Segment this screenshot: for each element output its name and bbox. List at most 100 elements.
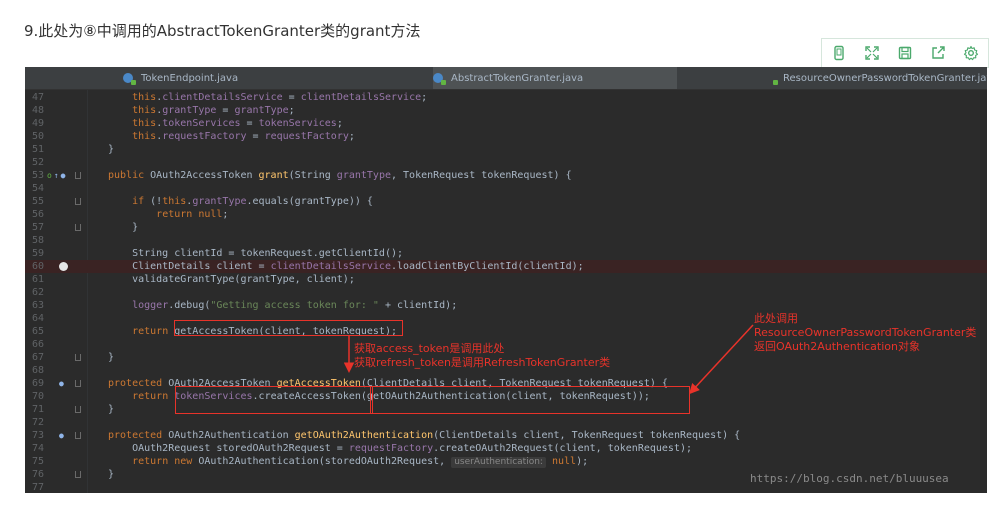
fold-marker-icon[interactable] [75, 172, 81, 179]
line-number: 68 [32, 365, 45, 376]
code-line[interactable]: 73 ● protected OAuth2Authentication getOAu… [25, 429, 987, 442]
annotation-right: 此处调用 ResourceOwnerPasswordTokenGranter类 … [754, 312, 976, 354]
inlay-parameter-hint: userAuthentication: [451, 457, 546, 468]
java-class-icon [433, 73, 446, 85]
code-line[interactable]: 61 validateGrantType(grantType, client); [25, 273, 987, 286]
line-number: 54 [32, 183, 45, 194]
line-number: 50 [32, 131, 45, 142]
code-text: this.grantType = grantType; [132, 105, 295, 116]
annotation-right-line-1: 此处调用 [754, 312, 798, 325]
fold-marker-icon[interactable] [75, 380, 81, 387]
fold-marker-icon[interactable] [75, 471, 81, 478]
line-number: 51 [32, 144, 45, 155]
fold-marker-icon[interactable] [75, 432, 81, 439]
code-line[interactable]: 57 } [25, 221, 987, 234]
code-line[interactable]: 58 [25, 234, 987, 247]
line-number: 67 [32, 352, 45, 363]
tab-token-endpoint[interactable]: TokenEndpoint.java [123, 67, 293, 89]
fold-marker-icon[interactable] [75, 354, 81, 361]
settings-icon [963, 45, 978, 61]
code-line[interactable]: 54 [25, 182, 987, 195]
code-line[interactable]: 55 if (!this.grantType.equals(grantType)… [25, 195, 987, 208]
watermark: https://blog.csdn.net/bluuusea [750, 472, 949, 485]
line-number: 49 [32, 118, 45, 129]
code-line[interactable]: 53 o ↑ ● public OAuth2AccessToken grant(Stri… [25, 169, 987, 182]
code-line[interactable]: 56 return null; [25, 208, 987, 221]
breakpoint-icon[interactable] [59, 262, 68, 271]
code-text: protected OAuth2Authentication getOAuth2… [108, 430, 741, 441]
code-text: return null; [156, 209, 229, 220]
line-number: 56 [32, 209, 45, 220]
code-line[interactable]: 48 this.grantType = grantType; [25, 104, 987, 117]
annotation-right-line-2: ResourceOwnerPasswordTokenGranter类 [754, 326, 977, 339]
code-text: } [108, 352, 115, 363]
implemented-gutter-icon[interactable]: ● [47, 377, 71, 390]
code-text: public OAuth2AccessToken grant(String gr… [108, 170, 572, 181]
line-number: 66 [32, 339, 45, 350]
code-line[interactable]: 74 OAuth2Request storedOAuth2Request = r… [25, 442, 987, 455]
override-gutter-icon[interactable]: o ↑ ● [47, 169, 71, 182]
line-number: 70 [32, 391, 45, 402]
annotation-left-line-1: 获取access_token是调用此处 [354, 342, 505, 355]
code-text: this.clientDetailsService = clientDetail… [132, 92, 428, 103]
fullscreen-button[interactable] [855, 39, 888, 67]
tab-abstract-token-granter[interactable]: AbstractTokenGranter.java [433, 67, 677, 89]
code-line[interactable]: 72 [25, 416, 987, 429]
code-line[interactable]: 52 [25, 156, 987, 169]
line-number: 76 [32, 469, 45, 480]
fold-marker-icon[interactable] [75, 198, 81, 205]
code-line[interactable]: 62 [25, 286, 987, 299]
code-text: if (!this.grantType.equals(grantType)) { [132, 196, 373, 207]
code-editor[interactable]: 47 this.clientDetailsService = clientDet… [25, 90, 987, 493]
code-text: String clientId = tokenRequest.getClient… [108, 248, 404, 259]
line-number: 62 [32, 287, 45, 298]
code-line[interactable]: 49 this.tokenServices = tokenServices; [25, 117, 987, 130]
code-line[interactable]: 50 this.requestFactory = requestFactory; [25, 130, 987, 143]
settings-button[interactable] [954, 39, 987, 67]
line-number: 55 [32, 196, 45, 207]
code-line[interactable]: 75 return new OAuth2Authentication(store… [25, 455, 987, 468]
code-line[interactable]: 59 String clientId = tokenRequest.getCli… [25, 247, 987, 260]
code-line[interactable]: 60 ClientDetails client = clientDetailsS… [25, 260, 987, 273]
line-number: 60 [32, 261, 45, 272]
tab-label: TokenEndpoint.java [141, 72, 239, 84]
java-class-icon [123, 73, 136, 85]
line-number: 52 [32, 157, 45, 168]
editor-tab-bar: TokenEndpoint.java AbstractTokenGranter.… [25, 67, 987, 90]
code-text: ClientDetails client = clientDetailsServ… [108, 261, 584, 272]
code-text: } [108, 404, 115, 415]
fold-marker-icon[interactable] [75, 406, 81, 413]
code-line[interactable]: 63 logger.debug("Getting access token fo… [25, 299, 987, 312]
line-number: 48 [32, 105, 45, 116]
share-icon [931, 46, 945, 59]
highlight-box-create-access-token [175, 386, 373, 414]
save-icon [898, 46, 911, 60]
code-toolbar [821, 38, 989, 68]
highlight-box-return-get-access-token [174, 320, 403, 336]
implemented-gutter-icon[interactable]: ● [47, 429, 71, 442]
tab-label: ResourceOwnerPasswordTokenGranter.java [783, 72, 987, 84]
line-number: 57 [32, 222, 45, 233]
code-text: validateGrantType(grantType, client); [108, 274, 355, 285]
highlight-box-get-oauth2-authentication [370, 386, 690, 414]
line-number: 47 [32, 92, 45, 103]
ide-screenshot: TokenEndpoint.java AbstractTokenGranter.… [25, 67, 987, 493]
line-number: 74 [32, 443, 45, 454]
code-text: this.requestFactory = requestFactory; [132, 131, 355, 142]
share-button[interactable] [921, 39, 954, 67]
line-number: 75 [32, 456, 45, 467]
fold-marker-icon[interactable] [75, 224, 81, 231]
phone-view-button[interactable] [822, 39, 855, 67]
line-number: 58 [32, 235, 45, 246]
line-number: 72 [32, 417, 45, 428]
code-line[interactable]: 51} [25, 143, 987, 156]
tab-resource-owner-password-token-granter[interactable]: ResourceOwnerPasswordTokenGranter.java [773, 67, 987, 89]
code-text: OAuth2Request storedOAuth2Request = requ… [108, 443, 693, 454]
line-number: 64 [32, 313, 45, 324]
line-number: 65 [32, 326, 45, 337]
code-text: this.tokenServices = tokenServices; [132, 118, 343, 129]
code-text: return new OAuth2Authentication(storedOA… [132, 456, 589, 468]
save-code-button[interactable] [888, 39, 921, 67]
line-number: 63 [32, 300, 45, 311]
code-line[interactable]: 47 this.clientDetailsService = clientDet… [25, 91, 987, 104]
